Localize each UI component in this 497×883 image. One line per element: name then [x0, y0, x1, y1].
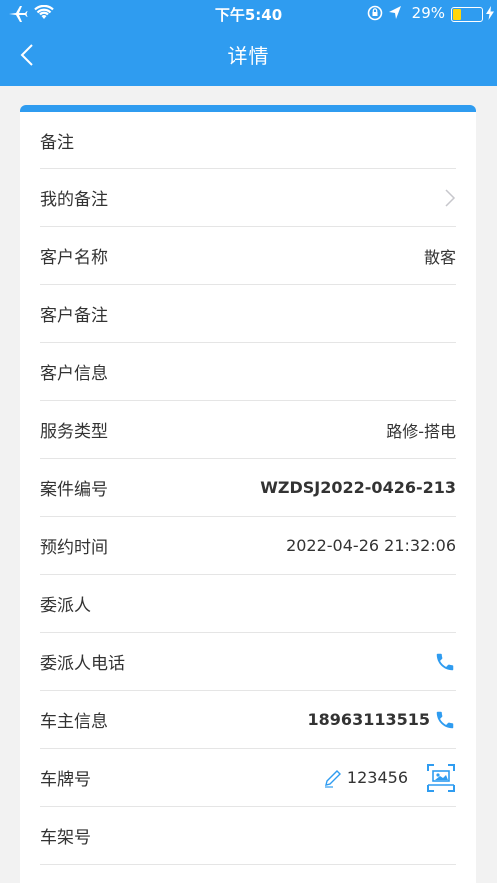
pencil-icon[interactable]: [323, 768, 343, 788]
battery-percentage: 29%: [411, 4, 445, 22]
row-remark: 备注: [40, 112, 456, 169]
chevron-right-icon: [444, 188, 456, 208]
customer-name-value: 散客: [423, 247, 456, 267]
case-no-value: WZDSJ2022-0426-213: [260, 478, 456, 497]
row-label: 车牌号: [40, 770, 91, 790]
row-label: 我的备注: [40, 190, 108, 210]
row-customer-name: 客户名称 散客: [40, 227, 456, 285]
row-assigner-phone: 委派人电话: [40, 633, 456, 691]
charging-icon: [486, 6, 494, 24]
row-label: 客户备注: [40, 306, 108, 326]
row-frame-no: 车架号: [40, 807, 456, 865]
row-customer-remark: 客户备注: [40, 285, 456, 343]
phone-icon[interactable]: [434, 651, 456, 673]
row-label: 客户名称: [40, 248, 108, 268]
row-owner-info: 车主信息 18963113515: [40, 691, 456, 749]
row-label: 案件编号: [40, 480, 108, 500]
row-label: 委派人电话: [40, 654, 125, 674]
row-appointment-time: 预约时间 2022-04-26 21:32:06: [40, 517, 456, 575]
row-label: 车主信息: [40, 712, 108, 732]
status-bar: 下午5:40 29%: [0, 0, 497, 28]
page-title: 详情: [227, 44, 270, 68]
row-case-no: 案件编号 WZDSJ2022-0426-213: [40, 459, 456, 517]
row-label: 车架号: [40, 828, 91, 848]
header: 下午5:40 29% 详情: [0, 0, 497, 86]
detail-card: 备注 我的备注 客户名称 散客 客户备注 客户信息 服务类型 路修-搭电 案件编…: [20, 105, 476, 883]
row-label: 服务类型: [40, 422, 108, 442]
row-service-type: 服务类型 路修-搭电: [40, 401, 456, 459]
battery-icon: [451, 7, 483, 22]
lock-rotation-icon: [367, 5, 383, 25]
row-customer-info: 客户信息: [40, 343, 456, 401]
service-type-value: 路修-搭电: [386, 421, 456, 441]
row-label: 备注: [40, 132, 74, 153]
row-label: 预约时间: [40, 538, 108, 558]
row-label: 客户信息: [40, 364, 108, 384]
row-assigner: 委派人: [40, 575, 456, 633]
plate-no-value: 123456: [346, 768, 408, 787]
phone-icon[interactable]: [434, 709, 456, 731]
row-label: 委派人: [40, 596, 91, 616]
row-plate-no: 车牌号 123456: [40, 749, 456, 807]
scan-icon[interactable]: [426, 763, 456, 793]
owner-phone-value: 18963113515: [307, 710, 430, 729]
location-icon: [388, 5, 402, 25]
plate-no-group: 123456: [323, 763, 456, 793]
appointment-time-value: 2022-04-26 21:32:06: [286, 536, 456, 555]
owner-info-group: 18963113515: [308, 709, 456, 731]
row-my-remark[interactable]: 我的备注: [40, 169, 456, 227]
